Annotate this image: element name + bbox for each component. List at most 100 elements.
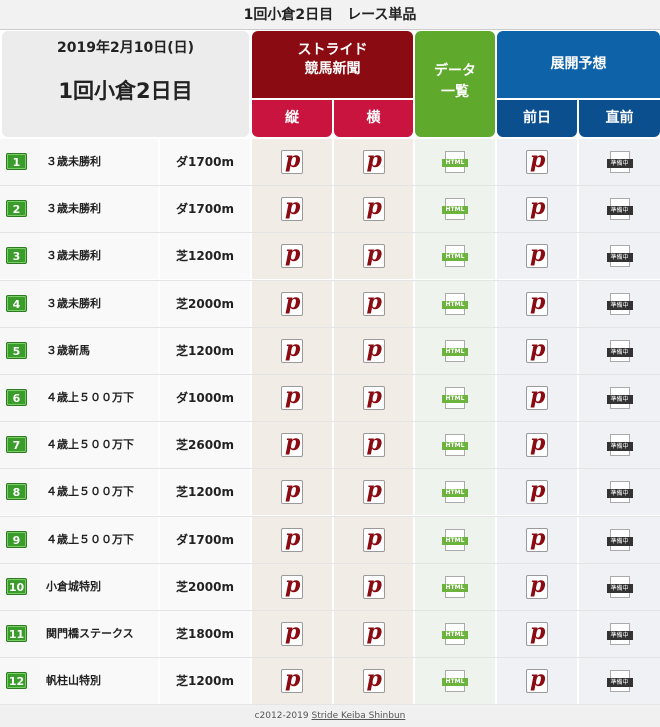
pdf-icon[interactable]: p [362,384,385,410]
previous-day-pdf-link[interactable]: p [497,422,577,469]
horizontal-pdf-link[interactable]: p [334,469,413,516]
pdf-icon[interactable]: p [281,667,303,694]
html-icon[interactable]: HTML [442,386,468,409]
pdf-icon[interactable]: p [526,620,548,646]
horizontal-pdf-link[interactable]: p [334,374,413,421]
pdf-icon[interactable]: p [362,195,385,222]
pdf-icon[interactable]: p [526,290,548,316]
pdf-icon[interactable]: p [526,526,548,552]
previous-day-pdf-link[interactable]: p [497,327,577,374]
horizontal-pdf-link[interactable]: p [334,563,413,610]
pdf-icon[interactable]: p [281,620,303,646]
pdf-icon[interactable]: p [281,195,303,222]
pdf-icon[interactable]: p [281,242,303,269]
html-icon[interactable]: HTML [442,434,468,457]
previous-day-pdf-link[interactable]: p [497,610,577,657]
data-html-link[interactable]: HTML [415,469,495,516]
previous-day-pdf-link[interactable]: p [497,186,577,233]
previous-day-pdf-link[interactable]: p [497,658,577,705]
horizontal-pdf-link[interactable]: p [334,422,413,469]
horizontal-pdf-link[interactable]: p [334,280,413,327]
vertical-pdf-link[interactable]: p [252,563,332,610]
horizontal-pdf-link[interactable]: p [334,327,413,374]
previous-day-pdf-link[interactable]: p [497,469,577,516]
data-html-link[interactable]: HTML [415,186,495,233]
pdf-icon[interactable]: p [362,573,385,599]
footer: c2012-2019 Stride Keiba Shinbun [0,705,660,727]
previous-day-pdf-link[interactable]: p [497,233,577,280]
data-html-link[interactable]: HTML [415,610,495,657]
data-html-link[interactable]: HTML [415,280,495,327]
pdf-icon[interactable]: p [281,431,303,458]
pdf-icon[interactable]: p [281,526,303,552]
previous-day-pdf-link[interactable]: p [497,280,577,327]
horizontal-pdf-link[interactable]: p [334,658,413,705]
previous-day-pdf-link[interactable]: p [497,374,577,421]
html-icon[interactable]: HTML [442,292,468,315]
horizontal-pdf-link[interactable]: p [334,233,413,280]
pdf-icon[interactable]: p [281,478,303,505]
horizontal-pdf-link[interactable]: p [334,139,413,185]
pdf-icon[interactable]: p [362,242,385,269]
data-html-link[interactable]: HTML [415,422,495,469]
pdf-icon[interactable]: p [362,148,385,174]
pdf-icon[interactable]: p [526,195,548,222]
pdf-icon[interactable]: p [281,573,303,599]
vertical-pdf-link[interactable]: p [252,658,332,705]
html-icon[interactable]: HTML [442,339,468,362]
vertical-pdf-link[interactable]: p [252,469,332,516]
pdf-icon[interactable]: p [362,290,385,316]
data-html-link[interactable]: HTML [415,516,495,563]
vertical-pdf-link[interactable]: p [252,374,332,421]
pdf-icon[interactable]: p [281,290,303,316]
pdf-icon[interactable]: p [281,384,303,410]
pdf-icon[interactable]: p [281,148,303,174]
html-icon[interactable]: HTML [442,151,468,173]
data-html-link[interactable]: HTML [415,233,495,280]
previous-day-pdf-link[interactable]: p [497,563,577,610]
pdf-icon[interactable]: p [526,431,548,458]
data-list-header: データ 一覧 [415,31,495,137]
pdf-icon[interactable]: p [281,337,303,363]
previous-day-pdf-link[interactable]: p [497,516,577,563]
html-icon[interactable]: HTML [442,528,468,551]
race-row: 1 ３歳未勝利 ダ1700m p p HTML p 準備中 [0,139,660,187]
pdf-icon[interactable]: p [526,337,548,363]
horizontal-pdf-link[interactable]: p [334,186,413,233]
pdf-icon[interactable]: p [362,337,385,363]
pdf-icon[interactable]: p [362,667,385,694]
pdf-icon[interactable]: p [526,384,548,410]
pdf-icon[interactable]: p [526,148,548,174]
vertical-pdf-link[interactable]: p [252,233,332,280]
html-icon[interactable]: HTML [442,481,468,504]
vertical-pdf-link[interactable]: p [252,327,332,374]
pdf-icon[interactable]: p [526,478,548,505]
vertical-pdf-link[interactable]: p [252,186,332,233]
pdf-icon[interactable]: p [526,667,548,694]
data-html-link[interactable]: HTML [415,327,495,374]
horizontal-pdf-link[interactable]: p [334,516,413,563]
data-html-link[interactable]: HTML [415,563,495,610]
vertical-pdf-link[interactable]: p [252,422,332,469]
data-html-link[interactable]: HTML [415,139,495,185]
html-icon[interactable]: HTML [442,622,468,645]
vertical-pdf-link[interactable]: p [252,139,332,185]
data-html-link[interactable]: HTML [415,374,495,421]
pdf-icon[interactable]: p [362,620,385,646]
pdf-icon[interactable]: p [362,526,385,552]
footer-link[interactable]: Stride Keiba Shinbun [311,711,405,721]
html-icon[interactable]: HTML [442,245,468,268]
vertical-pdf-link[interactable]: p [252,280,332,327]
pdf-icon[interactable]: p [526,242,548,269]
pdf-icon[interactable]: p [362,431,385,458]
html-icon[interactable]: HTML [442,575,468,598]
data-html-link[interactable]: HTML [415,658,495,705]
html-icon[interactable]: HTML [442,670,468,693]
html-icon[interactable]: HTML [442,198,468,221]
pdf-icon[interactable]: p [526,573,548,599]
pdf-icon[interactable]: p [362,478,385,505]
vertical-pdf-link[interactable]: p [252,516,332,563]
horizontal-pdf-link[interactable]: p [334,610,413,657]
previous-day-pdf-link[interactable]: p [497,139,577,185]
vertical-pdf-link[interactable]: p [252,610,332,657]
